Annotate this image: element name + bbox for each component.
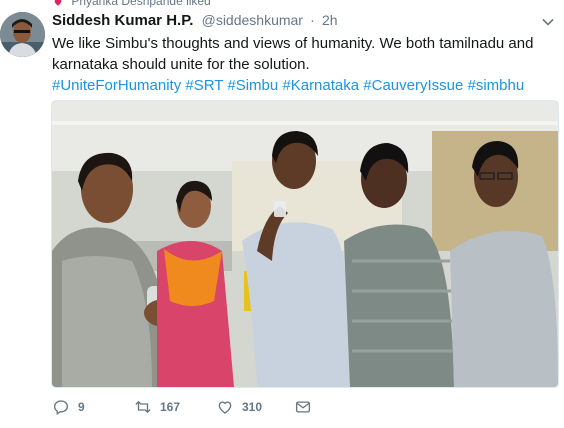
like-count: 310 [242,400,263,414]
tweet-timestamp[interactable]: 2h [322,12,338,28]
retweet-button[interactable]: 167 [134,398,180,416]
like-button[interactable]: 310 [216,398,262,416]
social-context-text: Priyanka Deshpande liked [71,0,211,8]
direct-message-icon [295,401,311,413]
retweet-count: 167 [160,400,181,414]
video-frame [52,101,558,387]
chevron-down-icon[interactable] [540,14,556,30]
retweet-icon [135,401,151,413]
reply-count: 9 [78,400,85,414]
author-handle[interactable]: @siddeshkumar [202,12,303,28]
tweet-hashtags[interactable]: #UniteForHumanity #SRT #Simbu #Karnataka… [52,75,552,96]
social-context: Priyanka Deshpande liked [52,0,211,8]
avatar-image [0,12,45,57]
separator: · [310,12,315,28]
avatar[interactable] [0,12,45,57]
tweet-text: We like Simbu's thoughts and views of hu… [52,33,552,96]
tweet-text-line: karnataka should unite for the solution. [52,56,310,73]
tweet-header: Siddesh Kumar H.P. @siddeshkumar · 2h [52,12,338,29]
author-name[interactable]: Siddesh Kumar H.P. [52,12,193,29]
direct-message-button[interactable] [294,398,312,416]
tweet-video[interactable] [51,100,559,388]
like-icon [218,401,232,414]
reply-icon [53,400,69,416]
tweet-actions: 9 167 310 [52,398,472,420]
heart-icon [54,0,62,6]
tweet-text-line: We like Simbu's thoughts and views of hu… [52,35,534,52]
reply-button[interactable]: 9 [52,398,85,416]
